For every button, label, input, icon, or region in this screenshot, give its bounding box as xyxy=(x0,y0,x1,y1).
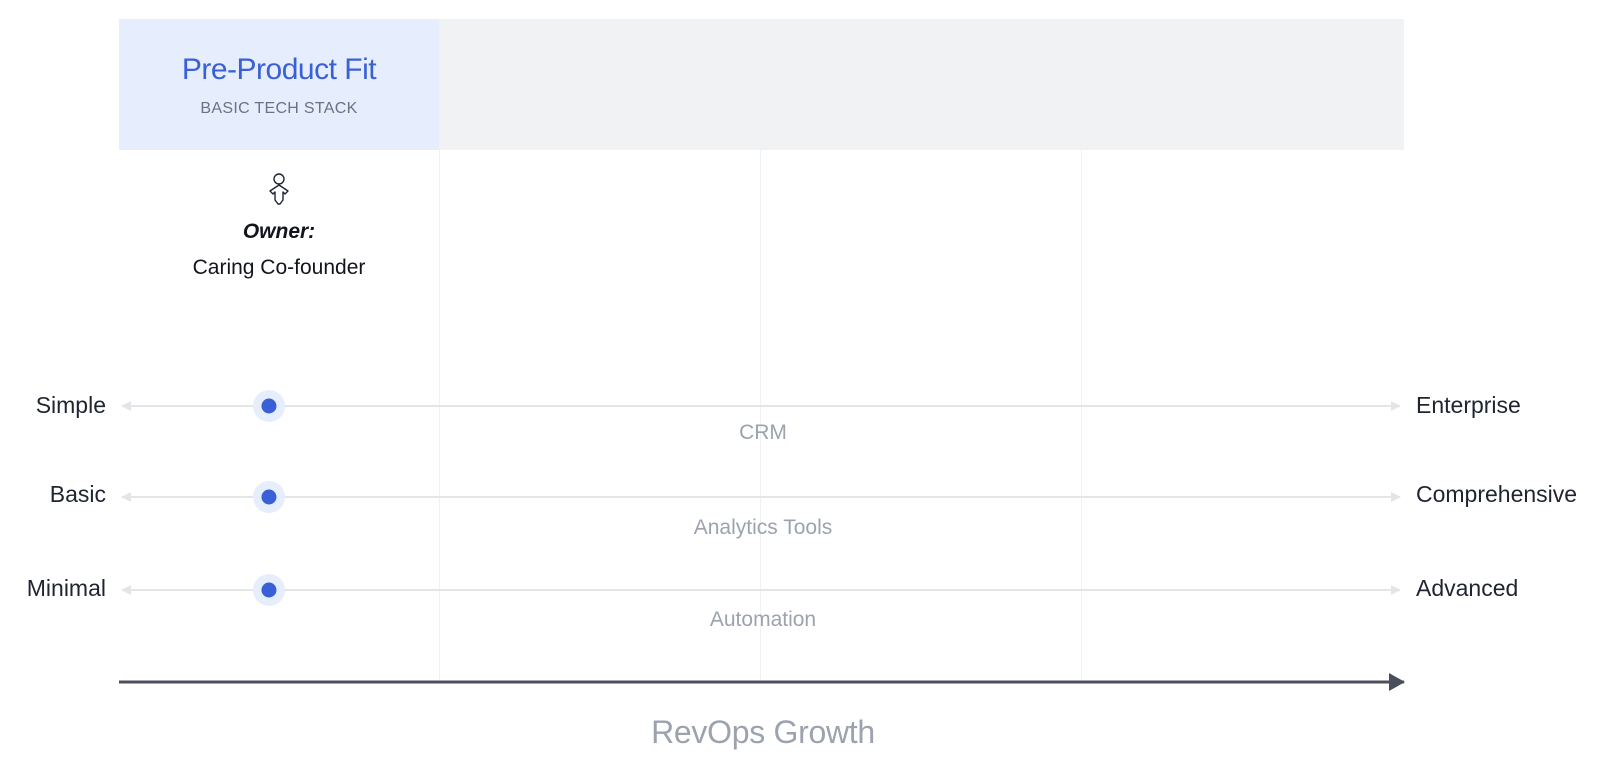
scales-overlay xyxy=(119,390,1405,691)
growth-axis-label: RevOps Growth xyxy=(651,714,875,750)
crm-scale-marker[interactable] xyxy=(252,390,285,422)
analytics-scale-marker[interactable] xyxy=(252,481,285,513)
automation-scale-marker[interactable] xyxy=(252,574,285,606)
